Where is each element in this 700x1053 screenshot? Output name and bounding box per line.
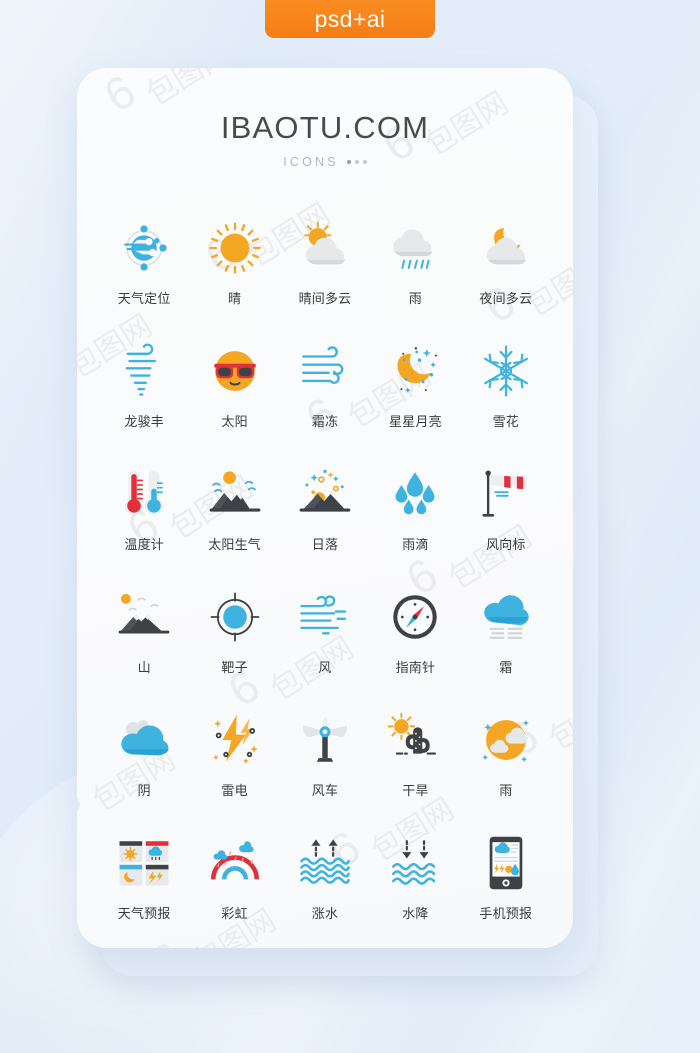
icon-cell[interactable]: 霜: [461, 586, 551, 676]
sunset-mountain-icon[interactable]: [294, 463, 356, 525]
icon-cell[interactable]: 风向标: [461, 463, 551, 553]
moon-stars-icon[interactable]: [384, 340, 446, 402]
icon-cell[interactable]: 晴: [189, 217, 279, 307]
icon-label: 霜: [499, 660, 513, 675]
icon-cell[interactable]: 干旱: [370, 709, 460, 799]
icon-label: 风车: [311, 783, 339, 798]
icon-cell[interactable]: 温度计: [99, 463, 189, 553]
mountain-icon[interactable]: [113, 586, 175, 648]
icon-label: 风向标: [485, 537, 526, 552]
icon-cell[interactable]: 靶子: [189, 586, 279, 676]
icon-cell[interactable]: 阴: [99, 709, 189, 799]
icon-label: 夜间多云: [479, 291, 533, 306]
icon-cell[interactable]: 太阳生气: [189, 463, 279, 553]
icon-cell[interactable]: 霜冻: [280, 340, 370, 430]
weather-location-icon[interactable]: [113, 217, 175, 279]
frost-cloud-icon[interactable]: [475, 586, 537, 648]
icon-label: 雨: [499, 783, 513, 798]
icon-cell[interactable]: 山: [99, 586, 189, 676]
icon-label: 水降: [402, 906, 429, 921]
icon-label: 日落: [311, 537, 339, 552]
icon-label: 靶子: [221, 660, 248, 675]
icon-cell[interactable]: 涨水: [280, 832, 370, 922]
icon-label: 彩虹: [221, 906, 248, 921]
icon-cell[interactable]: 彩虹: [189, 832, 279, 922]
icon-cell[interactable]: 星星月亮: [370, 340, 460, 430]
icon-label: 天气预报: [117, 906, 171, 921]
sun-cloud-rain-icon[interactable]: [475, 709, 537, 771]
icon-label: 指南针: [395, 660, 436, 675]
icon-cell[interactable]: 水降: [370, 832, 460, 922]
icon-label: 温度计: [124, 537, 164, 552]
icon-cell[interactable]: 雨: [461, 709, 551, 799]
dot-decoration: [346, 160, 367, 164]
psd-ai-badge: psd+ai: [265, 0, 435, 38]
icon-cell[interactable]: 天气预报: [99, 832, 189, 922]
sun-sunglasses-icon[interactable]: [204, 340, 266, 402]
icon-cell[interactable]: 雷电: [189, 709, 279, 799]
target-icon[interactable]: [204, 586, 266, 648]
icon-cell[interactable]: 日落: [280, 463, 370, 553]
mobile-forecast-icon[interactable]: [475, 832, 537, 894]
icon-label: 手机预报: [479, 906, 533, 921]
moon-behind-cloud-icon[interactable]: [475, 217, 537, 279]
wind-icon[interactable]: [294, 586, 356, 648]
icon-cell[interactable]: 太阳: [189, 340, 279, 430]
falling-water-icon[interactable]: [384, 832, 446, 894]
icon-label: 星星月亮: [388, 414, 442, 429]
thermometer-icon[interactable]: [113, 463, 175, 525]
sun-over-mountain-icon[interactable]: [204, 463, 266, 525]
compass-icon[interactable]: [384, 586, 446, 648]
icon-label: 风: [318, 660, 332, 675]
icon-label: 晴: [227, 291, 242, 306]
windmill-icon[interactable]: [294, 709, 356, 771]
subtitle-text: ICONS: [283, 155, 339, 169]
icon-grid: 天气定位晴晴间多云雨夜间多云 龙骏丰 太阳 霜冻 星星月亮 雪花 温度计 太阳生气 日落 雨滴 风向…: [77, 217, 573, 922]
icon-label: 雪花: [492, 414, 519, 429]
icon-cell[interactable]: 手机预报: [461, 832, 551, 922]
rain-cloud-icon[interactable]: [384, 217, 446, 279]
sunny-icon[interactable]: [204, 217, 266, 279]
rising-water-icon[interactable]: [294, 832, 356, 894]
icon-cell[interactable]: 雨: [370, 217, 460, 307]
icon-label: 龙骏丰: [124, 414, 164, 429]
wind-frost-icon[interactable]: [294, 340, 356, 402]
rainbow-icon[interactable]: [204, 832, 266, 894]
tornado-icon[interactable]: [113, 340, 175, 402]
icon-label: 天气定位: [117, 291, 171, 306]
icon-label: 干旱: [402, 783, 429, 798]
icon-label: 雨: [408, 291, 422, 306]
drought-cactus-icon[interactable]: [384, 709, 446, 771]
thunderstorm-icon[interactable]: [204, 709, 266, 771]
icon-cell[interactable]: 指南针: [370, 586, 460, 676]
icon-set-card: 6 包图网 IBAOTU.COM ICONS 天气定位晴晴间多云雨夜间多云龙骏丰…: [77, 68, 573, 948]
snowflake-icon[interactable]: [475, 340, 537, 402]
windsock-icon[interactable]: [475, 463, 537, 525]
sun-behind-cloud-icon[interactable]: [294, 217, 356, 279]
icon-label: 太阳: [221, 414, 248, 429]
overcast-cloud-icon[interactable]: [113, 709, 175, 771]
subtitle-row: ICONS: [77, 155, 573, 169]
icon-label: 雨滴: [402, 537, 429, 552]
icon-cell[interactable]: 雪花: [461, 340, 551, 430]
raindrops-icon[interactable]: [384, 463, 446, 525]
icon-label: 山: [137, 660, 151, 675]
icon-cell[interactable]: 龙骏丰: [99, 340, 189, 430]
page-title: IBAOTU.COM: [220, 110, 430, 145]
icon-label: 晴间多云: [298, 291, 352, 306]
icon-label: 太阳生气: [208, 537, 261, 552]
icon-label: 涨水: [311, 906, 339, 921]
icon-label: 阴: [137, 783, 151, 798]
weather-forecast-icon[interactable]: [113, 832, 175, 894]
icon-label: 雷电: [221, 783, 248, 798]
icon-label: 霜冻: [311, 414, 339, 429]
icon-cell[interactable]: 晴间多云: [280, 217, 370, 307]
icon-cell[interactable]: 天气定位: [99, 217, 189, 307]
icon-cell[interactable]: 夜间多云: [461, 217, 551, 307]
icon-cell[interactable]: 风: [280, 586, 370, 676]
icon-cell[interactable]: 雨滴: [370, 463, 460, 553]
card-header: IBAOTU.COM ICONS: [77, 68, 573, 169]
icon-cell[interactable]: 风车: [280, 709, 370, 799]
